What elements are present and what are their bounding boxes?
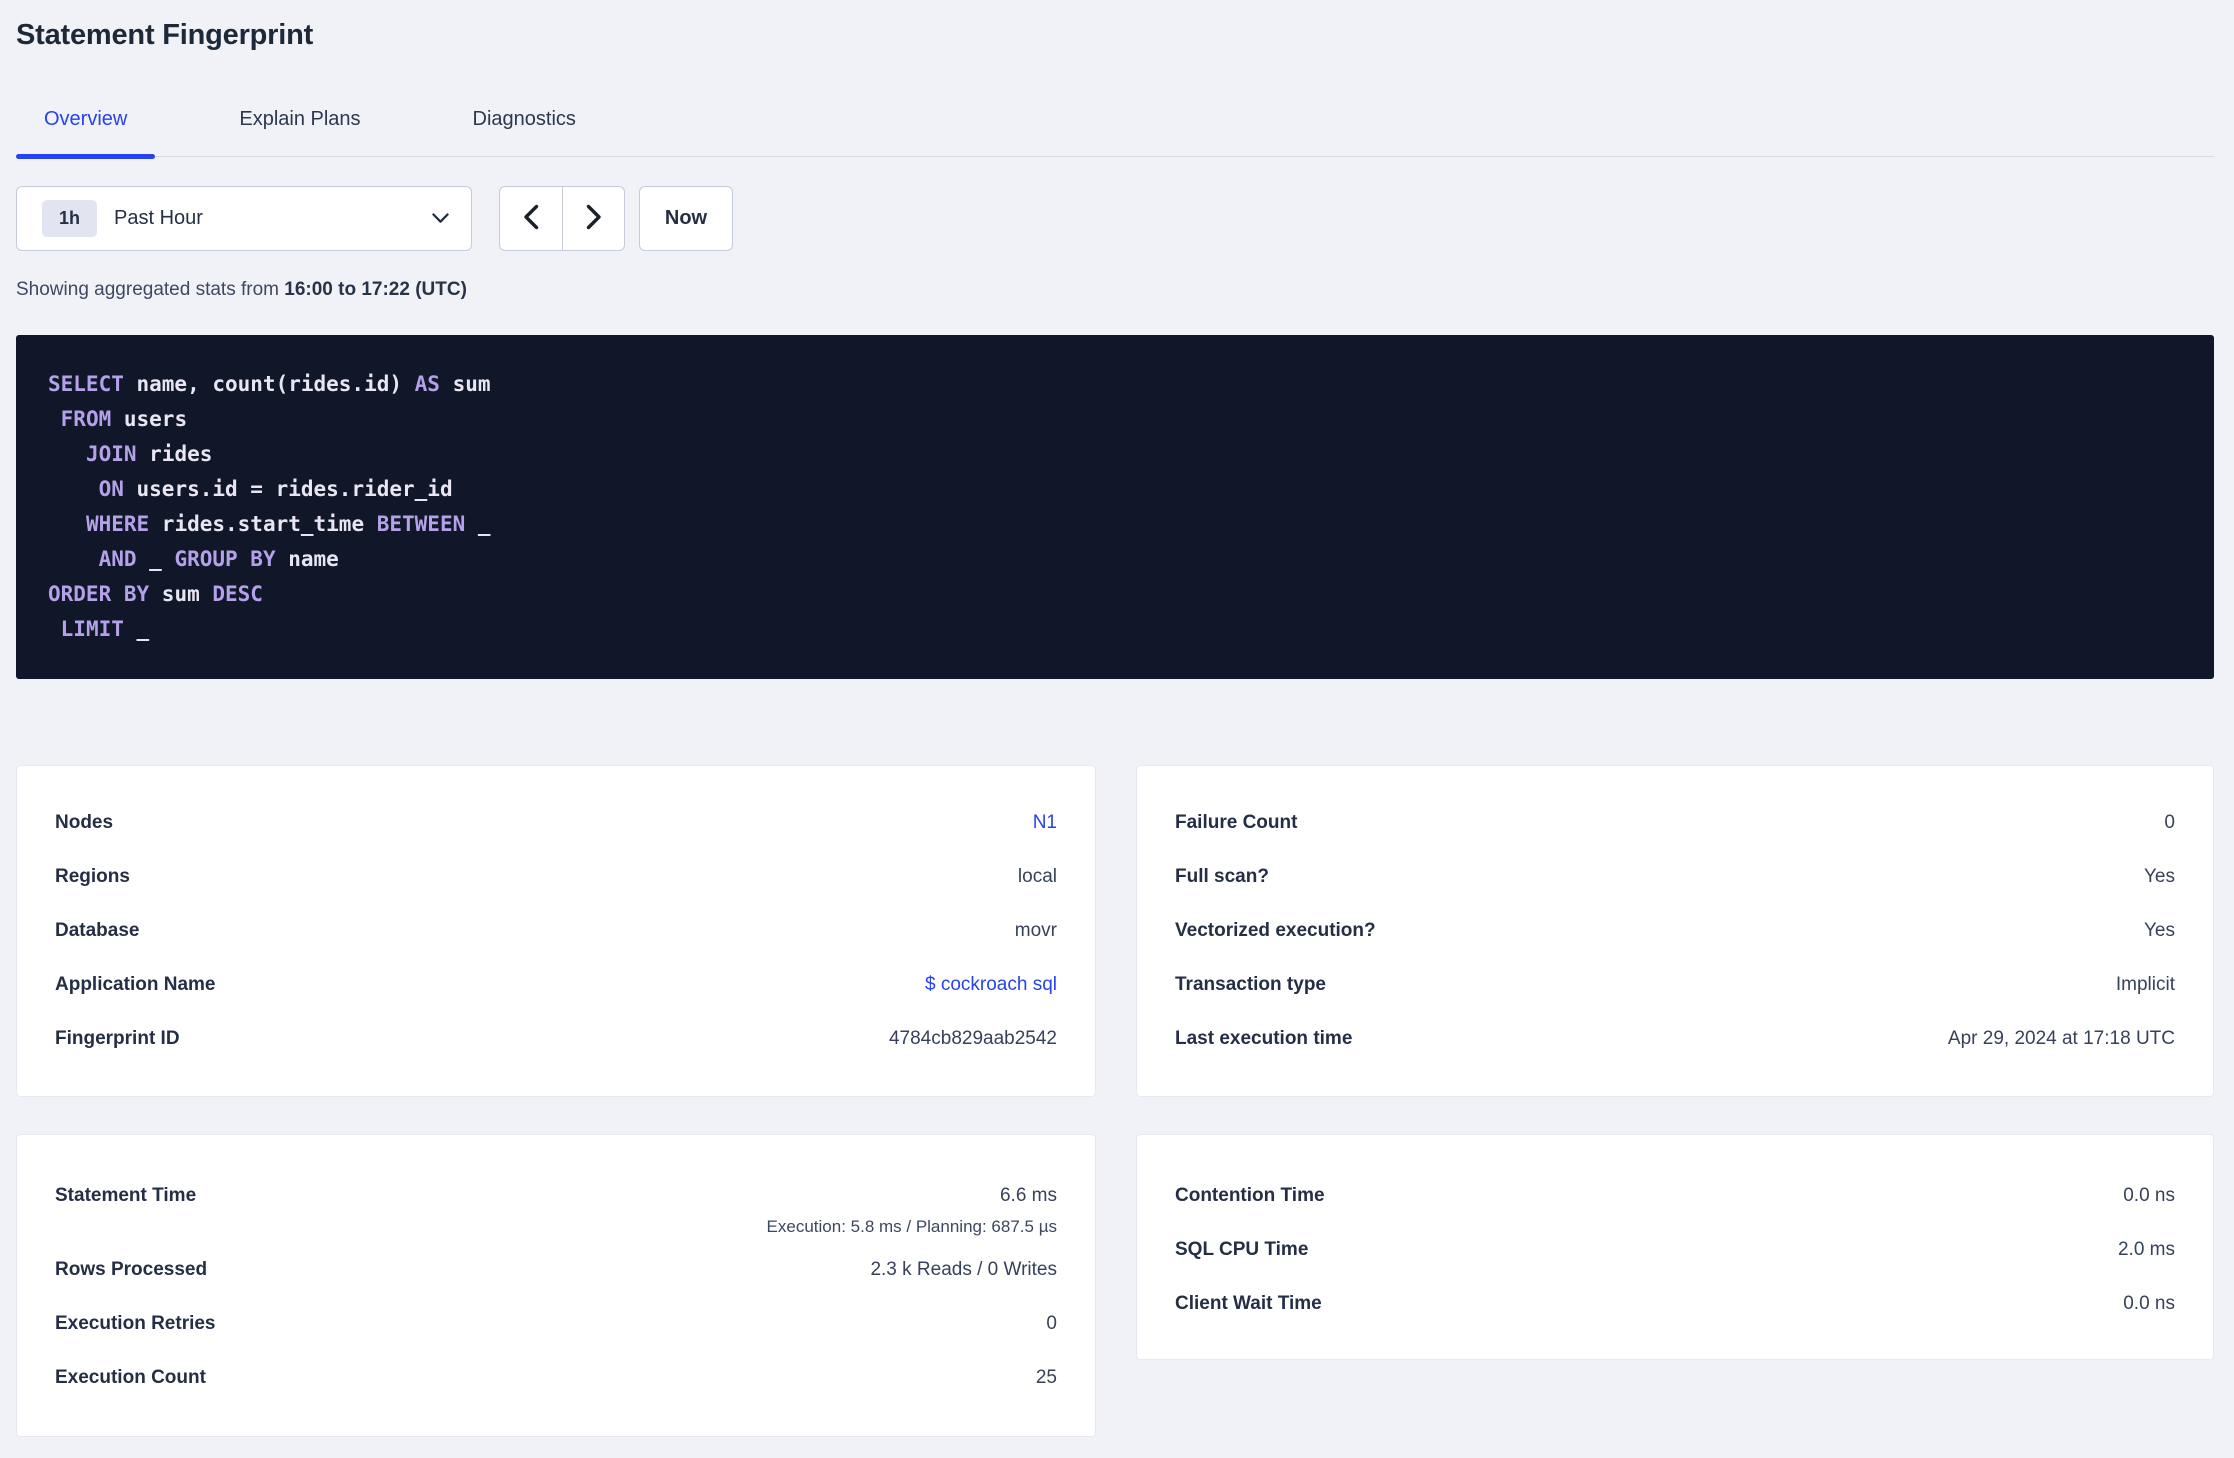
aggregated-stats-summary: Showing aggregated stats from 16:00 to 1… — [16, 279, 2214, 301]
fingerprint-id-label: Fingerprint ID — [55, 1028, 180, 1049]
statement-details-card: Nodes N1 Regions local Database movr App… — [16, 765, 1096, 1097]
tab-diagnostics[interactable]: Diagnostics — [445, 107, 604, 156]
execution-attributes-card: Failure Count 0 Full scan? Yes Vectorize… — [1136, 765, 2214, 1097]
last-execution-time-row: Last execution time Apr 29, 2024 at 17:1… — [1175, 1012, 2175, 1066]
database-row: Database movr — [55, 904, 1057, 958]
database-value: movr — [1014, 920, 1057, 941]
client-wait-time-label: Client Wait Time — [1175, 1293, 1322, 1314]
regions-row: Regions local — [55, 850, 1057, 904]
page-title: Statement Fingerprint — [16, 19, 314, 51]
overview-cards-grid: Nodes N1 Regions local Database movr App… — [16, 765, 2214, 1437]
execution-retries-value: 0 — [1046, 1313, 1057, 1334]
tab-explain-plans[interactable]: Explain Plans — [211, 107, 388, 156]
execution-retries-label: Execution Retries — [55, 1313, 216, 1334]
statement-time-breakdown: Execution: 5.8 ms / Planning: 687.5 µs — [766, 1217, 1057, 1236]
last-execution-time-label: Last execution time — [1175, 1028, 1353, 1049]
regions-value: local — [1017, 866, 1057, 887]
statement-times-card: Statement Time 6.6 ms Execution: 5.8 ms … — [16, 1134, 1096, 1437]
statement-time-main-line: Statement Time 6.6 ms — [55, 1169, 1057, 1223]
tab-bar: Overview Explain Plans Diagnostics — [16, 107, 2214, 159]
execution-retries-row: Execution Retries 0 — [55, 1297, 1057, 1351]
failure-count-row: Failure Count 0 — [1175, 796, 2175, 850]
statement-time-value: 6.6 ms — [999, 1185, 1057, 1206]
client-wait-time-row: Client Wait Time 0.0 ns — [1175, 1277, 2175, 1331]
time-range-dropdown[interactable]: 1h Past Hour — [16, 186, 472, 251]
vectorized-execution-row: Vectorized execution? Yes — [1175, 904, 2175, 958]
time-toolbar: 1h Past Hour Now — [16, 186, 2214, 251]
chevron-right-icon — [586, 204, 602, 233]
statement-fingerprint-page: Statement Fingerprint Overview Explain P… — [0, 0, 2234, 1437]
application-name-label: Application Name — [55, 974, 216, 995]
tab-explain-plans-label: Explain Plans — [239, 108, 361, 130]
tab-diagnostics-label: Diagnostics — [472, 108, 576, 130]
previous-range-button[interactable] — [500, 187, 562, 250]
tab-overview-label: Overview — [44, 108, 128, 130]
fingerprint-id-value: 4784cb829aab2542 — [888, 1028, 1057, 1049]
rows-processed-row: Rows Processed 2.3 k Reads / 0 Writes — [55, 1243, 1057, 1297]
sql-cpu-time-value: 2.0 ms — [2117, 1239, 2175, 1260]
now-button[interactable]: Now — [639, 186, 733, 251]
transaction-type-row: Transaction type Implicit — [1175, 958, 2175, 1012]
summary-time-range: 16:00 to 17:22 (UTC) — [284, 279, 467, 300]
sql-statement-box: SELECT name, count(rides.id) AS sum FROM… — [16, 335, 2214, 679]
rows-processed-label: Rows Processed — [55, 1259, 208, 1280]
time-range-label: Past Hour — [114, 207, 203, 229]
failure-count-value: 0 — [2164, 812, 2175, 833]
vectorized-execution-label: Vectorized execution? — [1175, 920, 1376, 941]
chevron-left-icon — [523, 204, 539, 233]
fingerprint-id-row: Fingerprint ID 4784cb829aab2542 — [55, 1012, 1057, 1066]
execution-count-label: Execution Count — [55, 1367, 206, 1388]
wait-times-card: Contention Time 0.0 ns SQL CPU Time 2.0 … — [1136, 1134, 2214, 1360]
tab-overview[interactable]: Overview — [16, 107, 156, 159]
execution-count-value: 25 — [1035, 1367, 1057, 1388]
last-execution-time-value: Apr 29, 2024 at 17:18 UTC — [1947, 1028, 2175, 1049]
time-range-badge: 1h — [42, 200, 97, 237]
transaction-type-label: Transaction type — [1175, 974, 1326, 995]
full-scan-value: Yes — [2144, 866, 2175, 887]
nodes-value-link[interactable]: N1 — [1033, 812, 1057, 834]
full-scan-row: Full scan? Yes — [1175, 850, 2175, 904]
rows-processed-value: 2.3 k Reads / 0 Writes — [870, 1259, 1057, 1280]
transaction-type-value: Implicit — [2115, 974, 2175, 995]
application-name-row: Application Name $ cockroach sql — [55, 958, 1057, 1012]
summary-prefix: Showing aggregated stats from — [16, 279, 285, 300]
failure-count-label: Failure Count — [1175, 812, 1298, 833]
contention-time-value: 0.0 ns — [2123, 1185, 2175, 1206]
client-wait-time-value: 0.0 ns — [2123, 1293, 2175, 1314]
sql-cpu-time-row: SQL CPU Time 2.0 ms — [1175, 1223, 2175, 1277]
next-range-button[interactable] — [562, 187, 624, 250]
database-label: Database — [55, 920, 140, 941]
statement-time-row: Statement Time 6.6 ms Execution: 5.8 ms … — [55, 1169, 1057, 1243]
full-scan-label: Full scan? — [1175, 866, 1269, 887]
time-range-pager — [499, 186, 625, 251]
execution-count-row: Execution Count 25 — [55, 1351, 1057, 1405]
vectorized-execution-value: Yes — [2144, 920, 2175, 941]
contention-time-label: Contention Time — [1175, 1185, 1325, 1206]
chevron-down-icon — [432, 213, 449, 224]
application-name-value-link[interactable]: $ cockroach sql — [925, 974, 1057, 996]
statement-time-label: Statement Time — [55, 1185, 197, 1206]
nodes-row: Nodes N1 — [55, 796, 1057, 850]
contention-time-row: Contention Time 0.0 ns — [1175, 1169, 2175, 1223]
nodes-label: Nodes — [55, 812, 114, 833]
regions-label: Regions — [55, 866, 130, 887]
sql-cpu-time-label: SQL CPU Time — [1175, 1239, 1309, 1260]
